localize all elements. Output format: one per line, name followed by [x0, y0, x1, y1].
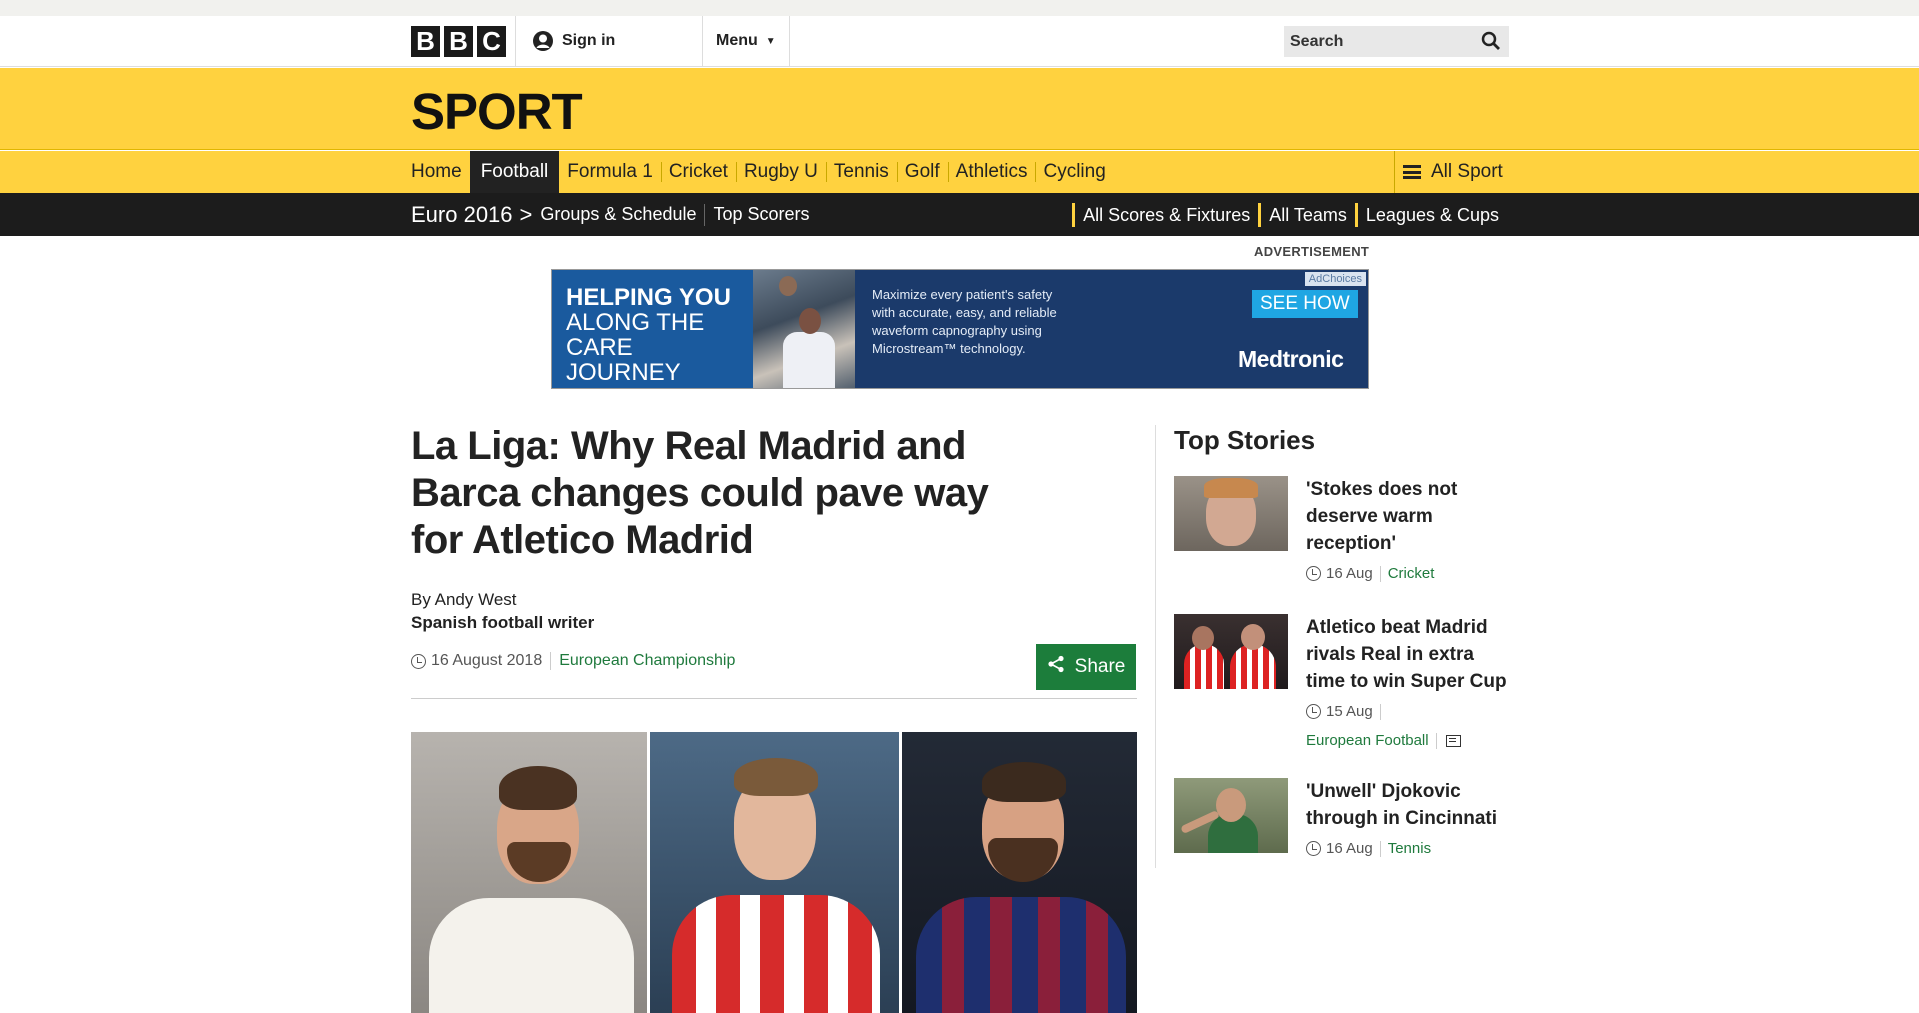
euro-subnav: Euro 2016 > Groups & Schedule Top Scorer…	[0, 193, 1919, 236]
story-thumbnail[interactable]	[1174, 476, 1288, 551]
article-meta: 16 August 2018 European Championship	[411, 652, 735, 670]
story-thumbnail[interactable]	[1174, 614, 1288, 689]
meta-divider	[550, 652, 552, 670]
search-input[interactable]	[1290, 32, 1470, 51]
story-title[interactable]: 'Unwell' Djokovic through in Cincinnati	[1306, 778, 1516, 832]
nav-item-athletics[interactable]: Athletics	[947, 151, 1036, 193]
sign-in-link[interactable]: Sign in	[532, 30, 615, 52]
subnav-link-groups[interactable]: Groups & Schedule	[540, 204, 696, 225]
story-title[interactable]: 'Stokes does not deserve warm reception'	[1306, 476, 1516, 557]
story-category-link[interactable]: European Football	[1306, 732, 1429, 749]
chevron-right-icon: >	[519, 201, 533, 227]
advert-headline-line: ALONG THE	[566, 309, 705, 336]
subnav-link-scores-fixtures[interactable]: All Scores & Fixtures	[1072, 202, 1250, 227]
story-date: 16 Aug	[1326, 565, 1373, 582]
story-category-link[interactable]: Tennis	[1388, 840, 1431, 857]
advertisement-label: ADVERTISEMENT	[1254, 244, 1370, 259]
advert-headline-bold: HELPING YOU	[566, 284, 731, 311]
clock-icon	[1306, 566, 1321, 581]
meta-divider	[1379, 840, 1381, 857]
share-icon	[1047, 655, 1065, 679]
advert-photo	[753, 270, 855, 388]
logo-letter: C	[477, 26, 506, 57]
author-name: By Andy West	[411, 590, 517, 609]
story-category-link[interactable]: Cricket	[1388, 565, 1435, 582]
article-date: 16 August 2018	[431, 652, 543, 669]
masthead-divider	[789, 16, 790, 67]
subnav-link-top-scorers[interactable]: Top Scorers	[713, 204, 809, 225]
masthead-divider	[702, 16, 703, 67]
sport-nav: Home Football Formula 1 Cricket Rugby U …	[0, 151, 1919, 193]
nav-item-golf[interactable]: Golf	[896, 151, 948, 193]
nav-item-tennis[interactable]: Tennis	[825, 151, 897, 193]
clock-icon	[1306, 841, 1321, 856]
byline: By Andy West Spanish football writer	[411, 588, 594, 634]
clock-icon	[1306, 704, 1321, 719]
all-sport-button[interactable]: All Sport	[1394, 151, 1503, 193]
nav-item-home[interactable]: Home	[411, 151, 470, 193]
meta-divider	[1379, 565, 1381, 582]
subnav-divider	[704, 203, 706, 226]
section-title[interactable]: SPORT	[411, 82, 583, 141]
story-item[interactable]: 'Unwell' Djokovic through in Cincinnati …	[1174, 778, 1514, 878]
share-button[interactable]: Share	[1036, 644, 1136, 690]
search-icon[interactable]	[1481, 31, 1501, 56]
advert-headline-line: CARE JOURNEY	[566, 334, 681, 386]
story-title[interactable]: Atletico beat Madrid rivals Real in extr…	[1306, 614, 1516, 695]
story-item[interactable]: Atletico beat Madrid rivals Real in extr…	[1174, 614, 1514, 754]
story-meta: 16 Aug Tennis	[1306, 840, 1516, 857]
comments-icon[interactable]	[1445, 734, 1461, 747]
all-sport-label: All Sport	[1431, 161, 1503, 182]
story-item[interactable]: 'Stokes does not deserve warm reception'…	[1174, 476, 1514, 596]
meta-divider	[1379, 703, 1381, 720]
masthead-divider	[515, 16, 516, 67]
subnav-link-all-teams[interactable]: All Teams	[1258, 202, 1347, 227]
story-thumbnail[interactable]	[1174, 778, 1288, 853]
nav-item-formula-1[interactable]: Formula 1	[559, 151, 661, 193]
story-date: 16 Aug	[1326, 840, 1373, 857]
subnav-link-leagues-cups[interactable]: Leagues & Cups	[1354, 202, 1499, 227]
story-meta: 15 Aug European Football	[1306, 703, 1516, 749]
article-title: La Liga: Why Real Madrid and Barca chang…	[411, 424, 989, 562]
hero-panel-player	[411, 732, 647, 1013]
search-box	[1284, 26, 1509, 57]
meta-divider	[1435, 732, 1437, 749]
top-stories-heading: Top Stories	[1174, 425, 1316, 455]
hero-panel-player	[650, 732, 899, 1013]
logo-letter: B	[444, 26, 473, 57]
bbc-logo[interactable]: B B C	[411, 26, 506, 57]
advert-brand-logo: Medtronic	[1238, 346, 1344, 372]
user-icon	[532, 30, 554, 52]
browser-top-strip	[0, 0, 1919, 16]
article-category-link[interactable]: European Championship	[559, 652, 735, 670]
hamburger-icon	[1403, 165, 1421, 179]
share-label: Share	[1074, 656, 1126, 677]
hero-panel-player	[902, 732, 1137, 1013]
advert-banner[interactable]: HELPING YOU ALONG THE CARE JOURNEY Maxim…	[551, 269, 1369, 389]
nav-item-football[interactable]: Football	[469, 151, 560, 193]
menu-button[interactable]: Menu ▼	[716, 32, 776, 50]
sport-banner: SPORT	[0, 68, 1919, 150]
nav-item-rugby-union[interactable]: Rugby U	[735, 151, 826, 193]
story-meta: 16 Aug Cricket	[1306, 565, 1516, 582]
bbc-masthead: B B C Sign in Menu ▼	[0, 16, 1919, 67]
logo-letter: B	[411, 26, 440, 57]
story-date: 15 Aug	[1326, 703, 1373, 720]
nav-item-cycling[interactable]: Cycling	[1035, 151, 1113, 193]
article-hero-image	[411, 732, 1137, 1013]
chevron-down-icon: ▼	[765, 35, 776, 47]
sidebar-divider	[1155, 425, 1156, 868]
advert-headline: HELPING YOU ALONG THE CARE JOURNEY	[552, 270, 753, 388]
adchoices-badge[interactable]: AdChoices	[1304, 272, 1366, 286]
sign-in-label: Sign in	[562, 32, 616, 49]
subnav-title[interactable]: Euro 2016	[411, 202, 513, 228]
clock-icon	[411, 653, 426, 669]
nav-item-cricket[interactable]: Cricket	[660, 151, 736, 193]
advert-cta-button[interactable]: SEE HOW	[1252, 290, 1358, 318]
author-role: Spanish football writer	[411, 613, 595, 632]
menu-label: Menu	[716, 32, 758, 49]
article-divider	[411, 698, 1137, 699]
advert-copy: Maximize every patient's safety with acc…	[872, 287, 1057, 356]
